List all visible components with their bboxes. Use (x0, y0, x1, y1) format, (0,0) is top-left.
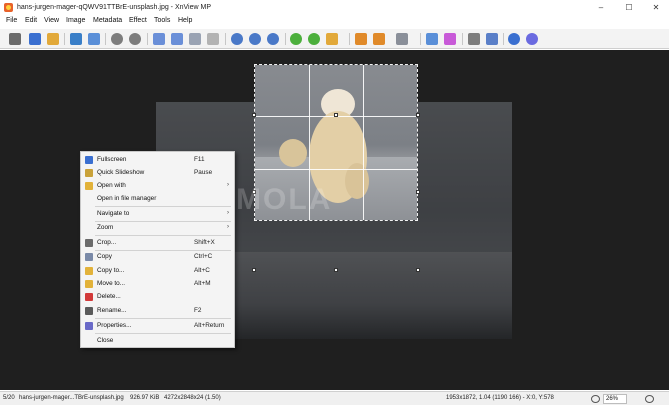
zoom-fit-icon[interactable] (267, 33, 279, 45)
toolbar-separator (285, 33, 286, 45)
delete-icon (85, 293, 93, 301)
submenu-arrow-icon: › (227, 210, 229, 216)
close-button[interactable]: ✕ (643, 2, 669, 14)
crop-handle[interactable] (416, 268, 420, 272)
menu-item-rename[interactable]: Rename... F2 (82, 305, 233, 318)
crop-handle[interactable] (334, 268, 338, 272)
status-filesize: 926.97 KiB (130, 395, 160, 401)
menu-item-close[interactable]: Close (82, 335, 233, 348)
crop-handle[interactable] (416, 113, 420, 117)
image-index: 5/20 (3, 395, 15, 401)
toolbar-separator (420, 33, 421, 45)
toolbar-separator (462, 33, 463, 45)
open-folder-icon[interactable] (47, 33, 59, 45)
menu-help[interactable]: Help (178, 17, 192, 24)
zoom-in-icon[interactable] (645, 395, 654, 403)
redo-icon[interactable] (129, 33, 141, 45)
submenu-arrow-icon: › (227, 224, 229, 230)
menu-item-copy-to[interactable]: Copy to... Alt+C (82, 265, 233, 278)
menu-metadata[interactable]: Metadata (93, 17, 122, 24)
menu-tools[interactable]: Tools (154, 17, 170, 24)
edit-icon[interactable] (444, 33, 456, 45)
status-filename: hans-jurgen-mager...TBrE-unsplash.jpg (19, 395, 124, 401)
browser-icon[interactable] (9, 33, 21, 45)
menu-item-delete[interactable]: Delete... (82, 291, 233, 304)
settings-icon[interactable] (508, 33, 520, 45)
rename-icon (85, 307, 93, 315)
menu-item-open-in-file-manager[interactable]: Open in file manager (82, 193, 233, 206)
menu-bar: File Edit View Image Metadata Effect Too… (0, 16, 669, 28)
rotate-right-icon[interactable] (308, 33, 320, 45)
toolbar (0, 29, 669, 49)
submenu-arrow-icon: › (227, 182, 229, 188)
copy-icon[interactable] (189, 33, 201, 45)
copy-icon (85, 253, 93, 261)
menu-item-crop[interactable]: Crop... Shift+X (82, 237, 233, 250)
resize-icon[interactable] (373, 33, 385, 45)
rotate-left-icon[interactable] (290, 33, 302, 45)
save-icon[interactable] (70, 33, 82, 45)
crop-icon[interactable] (355, 33, 367, 45)
move-to-icon (85, 280, 93, 288)
zoom-level-field[interactable]: 26% (603, 394, 627, 404)
menu-file[interactable]: File (6, 17, 17, 24)
fullscreen-icon (85, 156, 93, 164)
menu-item-quick-slideshow[interactable]: Quick Slideshow Pause (82, 167, 233, 180)
zoom-out-icon[interactable] (231, 33, 243, 45)
properties-icon (85, 322, 93, 330)
crop-handle[interactable] (252, 113, 256, 117)
status-bar: 5/20 hans-jurgen-mager...TBrE-unsplash.j… (0, 391, 669, 405)
toolbar-separator (147, 33, 148, 45)
zoom-in-icon[interactable] (249, 33, 261, 45)
toolbar-separator (225, 33, 226, 45)
menu-item-fullscreen[interactable]: Fullscreen F11 (82, 154, 233, 167)
menu-separator (95, 206, 231, 207)
crop-icon (85, 239, 93, 247)
app-logo-icon (4, 3, 13, 12)
menu-effect[interactable]: Effect (129, 17, 147, 24)
menu-image[interactable]: Image (66, 17, 85, 24)
fullscreen-icon[interactable] (29, 33, 41, 45)
adjust-icon[interactable] (396, 33, 408, 45)
toolbar-separator (349, 33, 350, 45)
status-dimensions: 4272x2848x24 (1.50) (164, 395, 221, 401)
menu-item-open-with[interactable]: Open with › (82, 180, 233, 193)
save-as-icon[interactable] (88, 33, 100, 45)
menu-separator (95, 235, 231, 236)
toolbar-separator (503, 33, 504, 45)
menu-separator (95, 318, 231, 319)
minimize-button[interactable]: – (588, 2, 614, 14)
menu-item-copy[interactable]: Copy Ctrl+C (82, 251, 233, 264)
flip-icon[interactable] (326, 33, 338, 45)
copy-to-icon (85, 267, 93, 275)
zoom-out-icon[interactable] (591, 395, 600, 403)
open-folder-icon (85, 182, 93, 190)
undo-icon[interactable] (111, 33, 123, 45)
menu-item-move-to[interactable]: Move to... Alt+M (82, 278, 233, 291)
status-selection-info: 1953x1872, 1.04 (1190 166) - X:0, Y:578 (446, 395, 554, 401)
context-menu: Fullscreen F11 Quick Slideshow Pause Ope… (80, 151, 235, 348)
info-icon[interactable] (426, 33, 438, 45)
next-icon[interactable] (171, 33, 183, 45)
slideshow-icon (85, 169, 93, 177)
menu-edit[interactable]: Edit (25, 17, 37, 24)
scan-icon[interactable] (486, 33, 498, 45)
paste-icon[interactable] (207, 33, 219, 45)
crop-handle[interactable] (252, 268, 256, 272)
help-icon[interactable] (526, 33, 538, 45)
print-icon[interactable] (468, 33, 480, 45)
menu-separator (95, 333, 231, 334)
menu-view[interactable]: View (44, 17, 59, 24)
title-bar: hans-jurgen-mager-qQWV91TTBrE-unsplash.j… (0, 0, 669, 16)
window-title: hans-jurgen-mager-qQWV91TTBrE-unsplash.j… (17, 4, 212, 11)
toolbar-separator (105, 33, 106, 45)
menu-item-properties[interactable]: Properties... Alt+Return (82, 320, 233, 333)
menu-item-navigate-to[interactable]: Navigate to › (82, 208, 233, 221)
crop-handle[interactable] (334, 113, 338, 117)
crop-handle[interactable] (416, 190, 420, 194)
toolbar-separator (64, 33, 65, 45)
previous-icon[interactable] (153, 33, 165, 45)
menu-item-zoom[interactable]: Zoom › (82, 222, 233, 235)
maximize-button[interactable]: ☐ (616, 2, 642, 14)
